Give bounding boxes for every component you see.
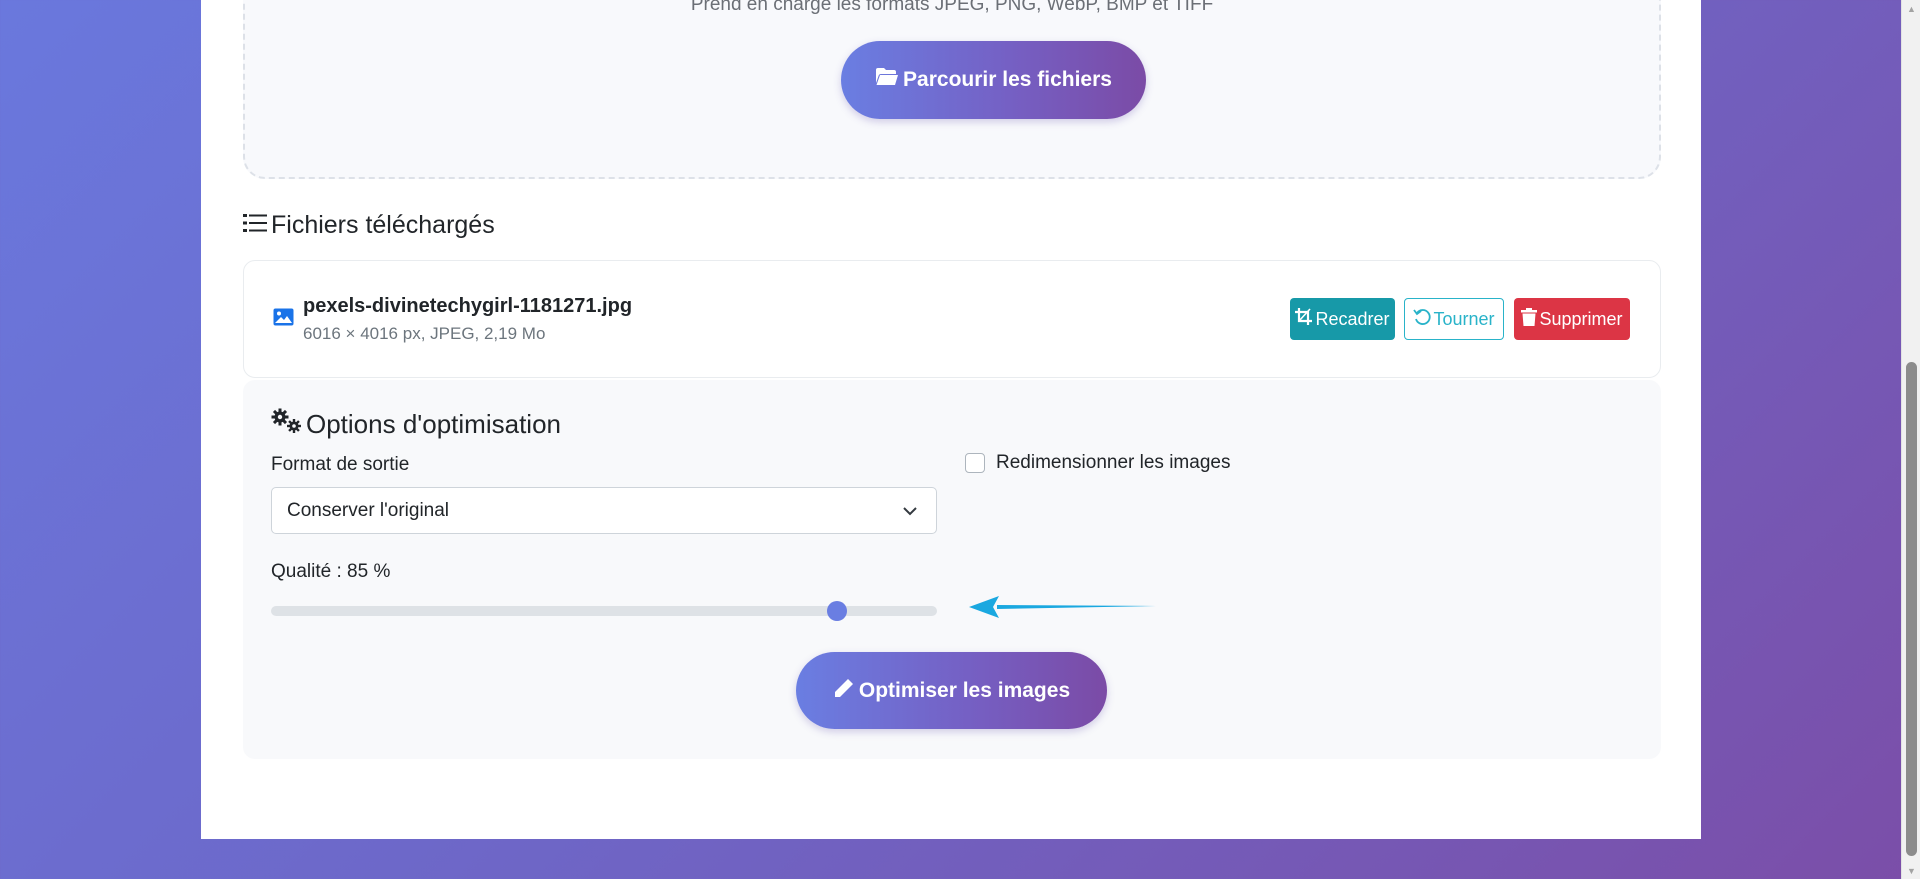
- scroll-thumb[interactable]: [1906, 362, 1917, 856]
- delete-label: Supprimer: [1539, 308, 1623, 329]
- page-scrollbar[interactable]: ▲ ▼: [1901, 0, 1920, 879]
- optimize-images-button[interactable]: Optimiser les images: [796, 652, 1107, 729]
- resize-images-checkbox[interactable]: [965, 453, 985, 473]
- rotate-icon: [1413, 308, 1432, 331]
- file-name: pexels-divinetechygirl-1181271.jpg: [303, 295, 633, 317]
- quality-slider-thumb[interactable]: [827, 601, 848, 621]
- folder-open-icon: [875, 67, 899, 93]
- file-meta: 6016 × 4016 px, JPEG, 2,19 Mo: [303, 324, 546, 343]
- image-icon: [273, 308, 294, 331]
- uploaded-files-title-text: Fichiers téléchargés: [271, 211, 495, 239]
- output-format-value: Conserver l'original: [287, 499, 450, 521]
- optimization-options-panel: Options d'optimisation Format de sortie …: [243, 380, 1661, 759]
- output-format-select[interactable]: Conserver l'original: [271, 487, 937, 534]
- rotate-button[interactable]: Tourner: [1404, 298, 1504, 340]
- uploaded-files-title: Fichiers téléchargés: [243, 211, 495, 240]
- optimize-images-label: Optimiser les images: [858, 678, 1071, 702]
- resize-images-option[interactable]: Redimensionner les images: [965, 452, 1230, 474]
- delete-button[interactable]: Supprimer: [1514, 298, 1630, 340]
- main-container: Prend en charge les formats JPEG, PNG, W…: [201, 0, 1701, 839]
- quality-label: Qualité : 85 %: [271, 561, 391, 582]
- supported-formats-text: Prend en charge les formats JPEG, PNG, W…: [690, 0, 1214, 15]
- resize-images-label: Redimensionner les images: [996, 452, 1231, 473]
- scroll-down-arrow-icon[interactable]: ▼: [1902, 862, 1920, 879]
- browse-files-label: Parcourir les fichiers: [903, 68, 1112, 91]
- gears-icon: [271, 408, 303, 441]
- browse-files-button[interactable]: Parcourir les fichiers: [841, 41, 1146, 119]
- list-icon: [243, 211, 267, 240]
- optimization-options-title: Options d'optimisation: [271, 408, 561, 441]
- trash-icon: [1521, 307, 1538, 331]
- chevron-down-icon: [902, 503, 918, 525]
- crop-icon: [1295, 307, 1313, 331]
- rotate-label: Tourner: [1433, 308, 1495, 329]
- scroll-up-arrow-icon[interactable]: ▲: [1902, 0, 1920, 17]
- crop-label: Recadrer: [1315, 308, 1390, 329]
- optimization-options-title-text: Options d'optimisation: [306, 409, 561, 439]
- annotation-arrow-icon: [963, 592, 1163, 627]
- output-format-label: Format de sortie: [271, 454, 410, 475]
- drop-zone[interactable]: Prend en charge les formats JPEG, PNG, W…: [243, 0, 1661, 179]
- pencil-icon: [833, 677, 855, 705]
- crop-button[interactable]: Recadrer: [1290, 298, 1395, 340]
- file-item: pexels-divinetechygirl-1181271.jpg 6016 …: [243, 260, 1661, 378]
- quality-slider[interactable]: [271, 600, 937, 622]
